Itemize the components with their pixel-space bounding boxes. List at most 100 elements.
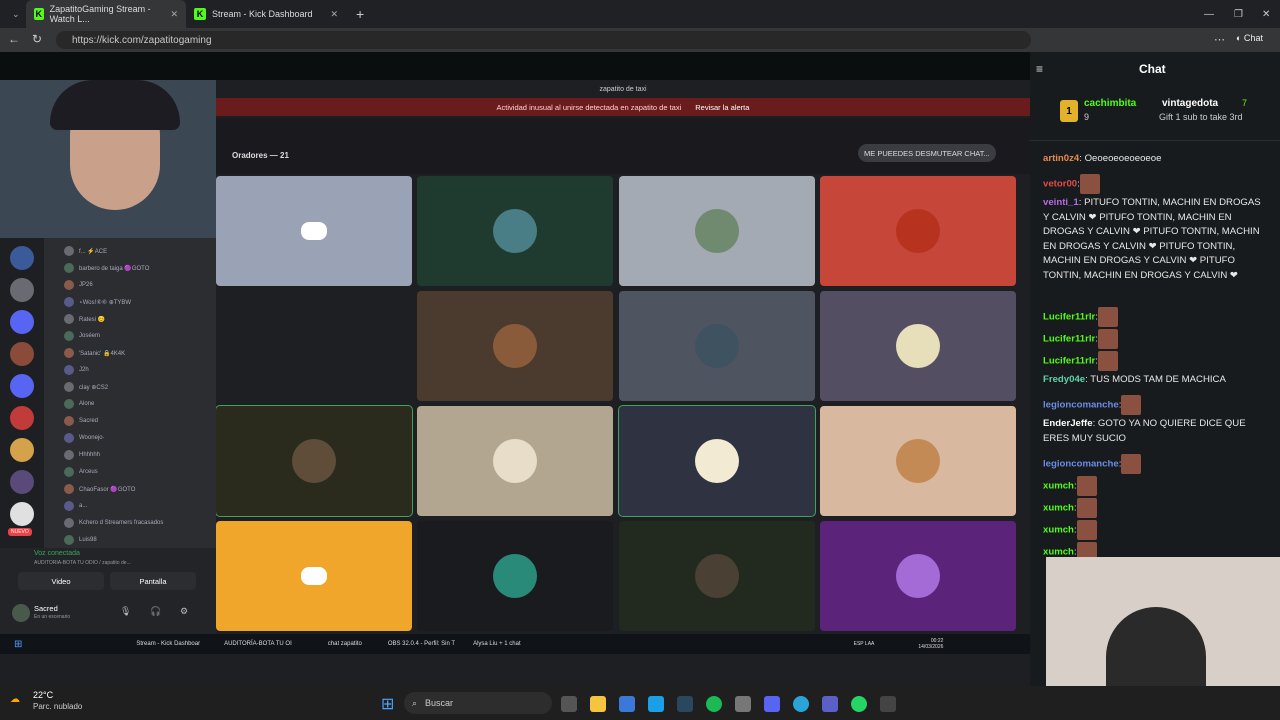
menu-dots-icon[interactable]: ⋯	[1214, 33, 1225, 46]
server-icon[interactable]	[10, 406, 34, 430]
alert-link[interactable]: Revisar la alerta	[695, 103, 749, 112]
member-item[interactable]: Hhhhhh	[64, 448, 100, 462]
member-item[interactable]: clay ⊕CS2	[64, 380, 108, 394]
close-tab-icon[interactable]: ✕	[330, 9, 338, 20]
server-icon[interactable]	[10, 342, 34, 366]
mic-icon[interactable]: 🎙	[120, 606, 131, 617]
speaker-tile[interactable]	[215, 405, 413, 517]
speaker-tile[interactable]	[417, 521, 613, 631]
windows-start-button[interactable]: ⊞	[381, 694, 394, 714]
screen-share-button[interactable]: Pantalla	[110, 572, 196, 590]
discord-icon[interactable]	[764, 696, 780, 712]
server-icon[interactable]	[10, 502, 34, 526]
gift-sub-link[interactable]: Gift 1 sub to take 3rd	[1159, 112, 1243, 122]
speaker-tile[interactable]	[619, 291, 815, 401]
task-view-icon[interactable]	[561, 696, 577, 712]
chat-username[interactable]: xumch	[1043, 481, 1074, 492]
speaker-tile[interactable]	[619, 176, 815, 286]
speaker-tile[interactable]	[619, 521, 815, 631]
speaker-tile[interactable]	[820, 176, 1016, 286]
member-item[interactable]: Luis98	[64, 533, 97, 547]
telegram-icon[interactable]	[793, 696, 809, 712]
settings-gear-icon[interactable]: ⚙	[180, 606, 188, 617]
taskbar-item: AUDITORÍA-BOTA TU OI	[224, 641, 292, 647]
leaderboard-user[interactable]: cachimbita	[1084, 98, 1136, 109]
whatsapp-icon[interactable]	[851, 696, 867, 712]
back-icon[interactable]: ←	[8, 32, 20, 46]
tab-list-chevron-icon[interactable]: ⌄	[4, 0, 20, 28]
taskbar-search[interactable]: ⌕ Buscar	[404, 692, 552, 714]
server-icon[interactable]	[10, 246, 34, 270]
chat-username[interactable]: xumch	[1043, 503, 1074, 514]
server-icon[interactable]	[10, 374, 34, 398]
member-item[interactable]: ⋆Wos!⑥⑥ ⊕TYBW	[64, 295, 131, 309]
minimize-icon[interactable]: —	[1196, 0, 1222, 28]
speaker-tile[interactable]	[216, 176, 412, 286]
speaker-tile[interactable]	[618, 405, 816, 517]
server-icon[interactable]	[10, 310, 34, 334]
speaker-tile[interactable]	[216, 291, 412, 401]
chat-username[interactable]: legioncomanche	[1043, 400, 1119, 411]
server-icon[interactable]	[10, 470, 34, 494]
member-item[interactable]: Kchero d Streamers fracasados	[64, 516, 163, 530]
member-item[interactable]: Sacred	[64, 414, 98, 428]
member-item[interactable]: JP26	[64, 278, 93, 292]
emote-icon	[1097, 307, 1118, 327]
member-item[interactable]: 'Satanic' 🔒4K4K	[64, 346, 125, 360]
speaker-tile[interactable]	[820, 521, 1016, 631]
app-icon[interactable]	[880, 696, 896, 712]
chat-username[interactable]: xumch	[1043, 525, 1074, 536]
tab-kick-stream[interactable]: K ZapatitoGaming Stream - Watch L... ✕	[26, 0, 186, 28]
headphones-icon[interactable]: 🎧	[150, 606, 161, 617]
member-item[interactable]: J2h	[64, 363, 89, 377]
url-field[interactable]: https://kick.com/zapatitogaming	[56, 31, 1031, 49]
server-icon[interactable]	[10, 278, 34, 302]
speaker-tile[interactable]	[417, 176, 613, 286]
chat-username[interactable]: xumch	[1043, 547, 1074, 558]
chat-username[interactable]: legioncomanche	[1043, 459, 1119, 470]
speaker-tile[interactable]	[216, 521, 412, 631]
chat-username[interactable]: Lucifer11rlr	[1043, 334, 1095, 345]
spotify-icon[interactable]	[706, 696, 722, 712]
copilot-chat-button[interactable]: ◐ Chat	[1236, 33, 1263, 43]
avatar[interactable]	[12, 604, 30, 622]
steam-icon[interactable]	[677, 696, 693, 712]
leaderboard-user[interactable]: vintagedota	[1162, 98, 1218, 109]
member-item[interactable]: Arceus	[64, 465, 98, 479]
store-icon[interactable]	[619, 696, 635, 712]
chat-username[interactable]: Fredy04e	[1043, 374, 1085, 385]
speaker-tile[interactable]	[417, 406, 613, 516]
video-button[interactable]: Video	[18, 572, 104, 590]
member-item[interactable]: Joséem	[64, 329, 100, 343]
chat-username[interactable]: veinti_1	[1043, 197, 1079, 208]
member-item[interactable]: Ratesi 😊	[64, 312, 105, 326]
member-item[interactable]: barbero de taiga 🟣GOTO	[64, 261, 149, 275]
chat-username[interactable]: Lucifer11rlr	[1043, 312, 1095, 323]
discord-window-title: zapatito de taxi	[599, 85, 647, 93]
teams-icon[interactable]	[822, 696, 838, 712]
chat-username[interactable]: artin0z4	[1043, 153, 1079, 164]
close-window-icon[interactable]: ✕	[1254, 0, 1278, 28]
speaker-tile[interactable]	[820, 291, 1016, 401]
file-explorer-icon[interactable]	[590, 696, 606, 712]
new-tab-button[interactable]: +	[348, 0, 372, 28]
member-item[interactable]: f... ⚡ACE	[64, 244, 107, 258]
server-icon[interactable]	[10, 438, 34, 462]
chat-username[interactable]: EnderJeffe	[1043, 418, 1093, 429]
member-item[interactable]: ChaoFasor 🟣GOTO	[64, 482, 135, 496]
reload-icon[interactable]: ↻	[32, 32, 42, 46]
edge-icon[interactable]	[648, 696, 664, 712]
chat-username[interactable]: vetor00	[1043, 179, 1077, 190]
member-item[interactable]: a...	[64, 499, 87, 513]
member-item[interactable]: Alone	[64, 397, 94, 411]
chat-message: xumch:	[1043, 520, 1268, 540]
maximize-icon[interactable]: ❐	[1226, 0, 1251, 28]
collapse-chat-icon[interactable]: ≡	[1036, 62, 1043, 76]
speaker-tile[interactable]	[820, 406, 1016, 516]
tab-kick-dashboard[interactable]: K Stream - Kick Dashboard ✕	[186, 0, 346, 28]
member-item[interactable]: Woonejo·	[64, 431, 105, 445]
chat-username[interactable]: Lucifer11rlr	[1043, 356, 1095, 367]
app-icon[interactable]	[735, 696, 751, 712]
close-tab-icon[interactable]: ✕	[170, 9, 178, 20]
speaker-tile[interactable]	[417, 291, 613, 401]
